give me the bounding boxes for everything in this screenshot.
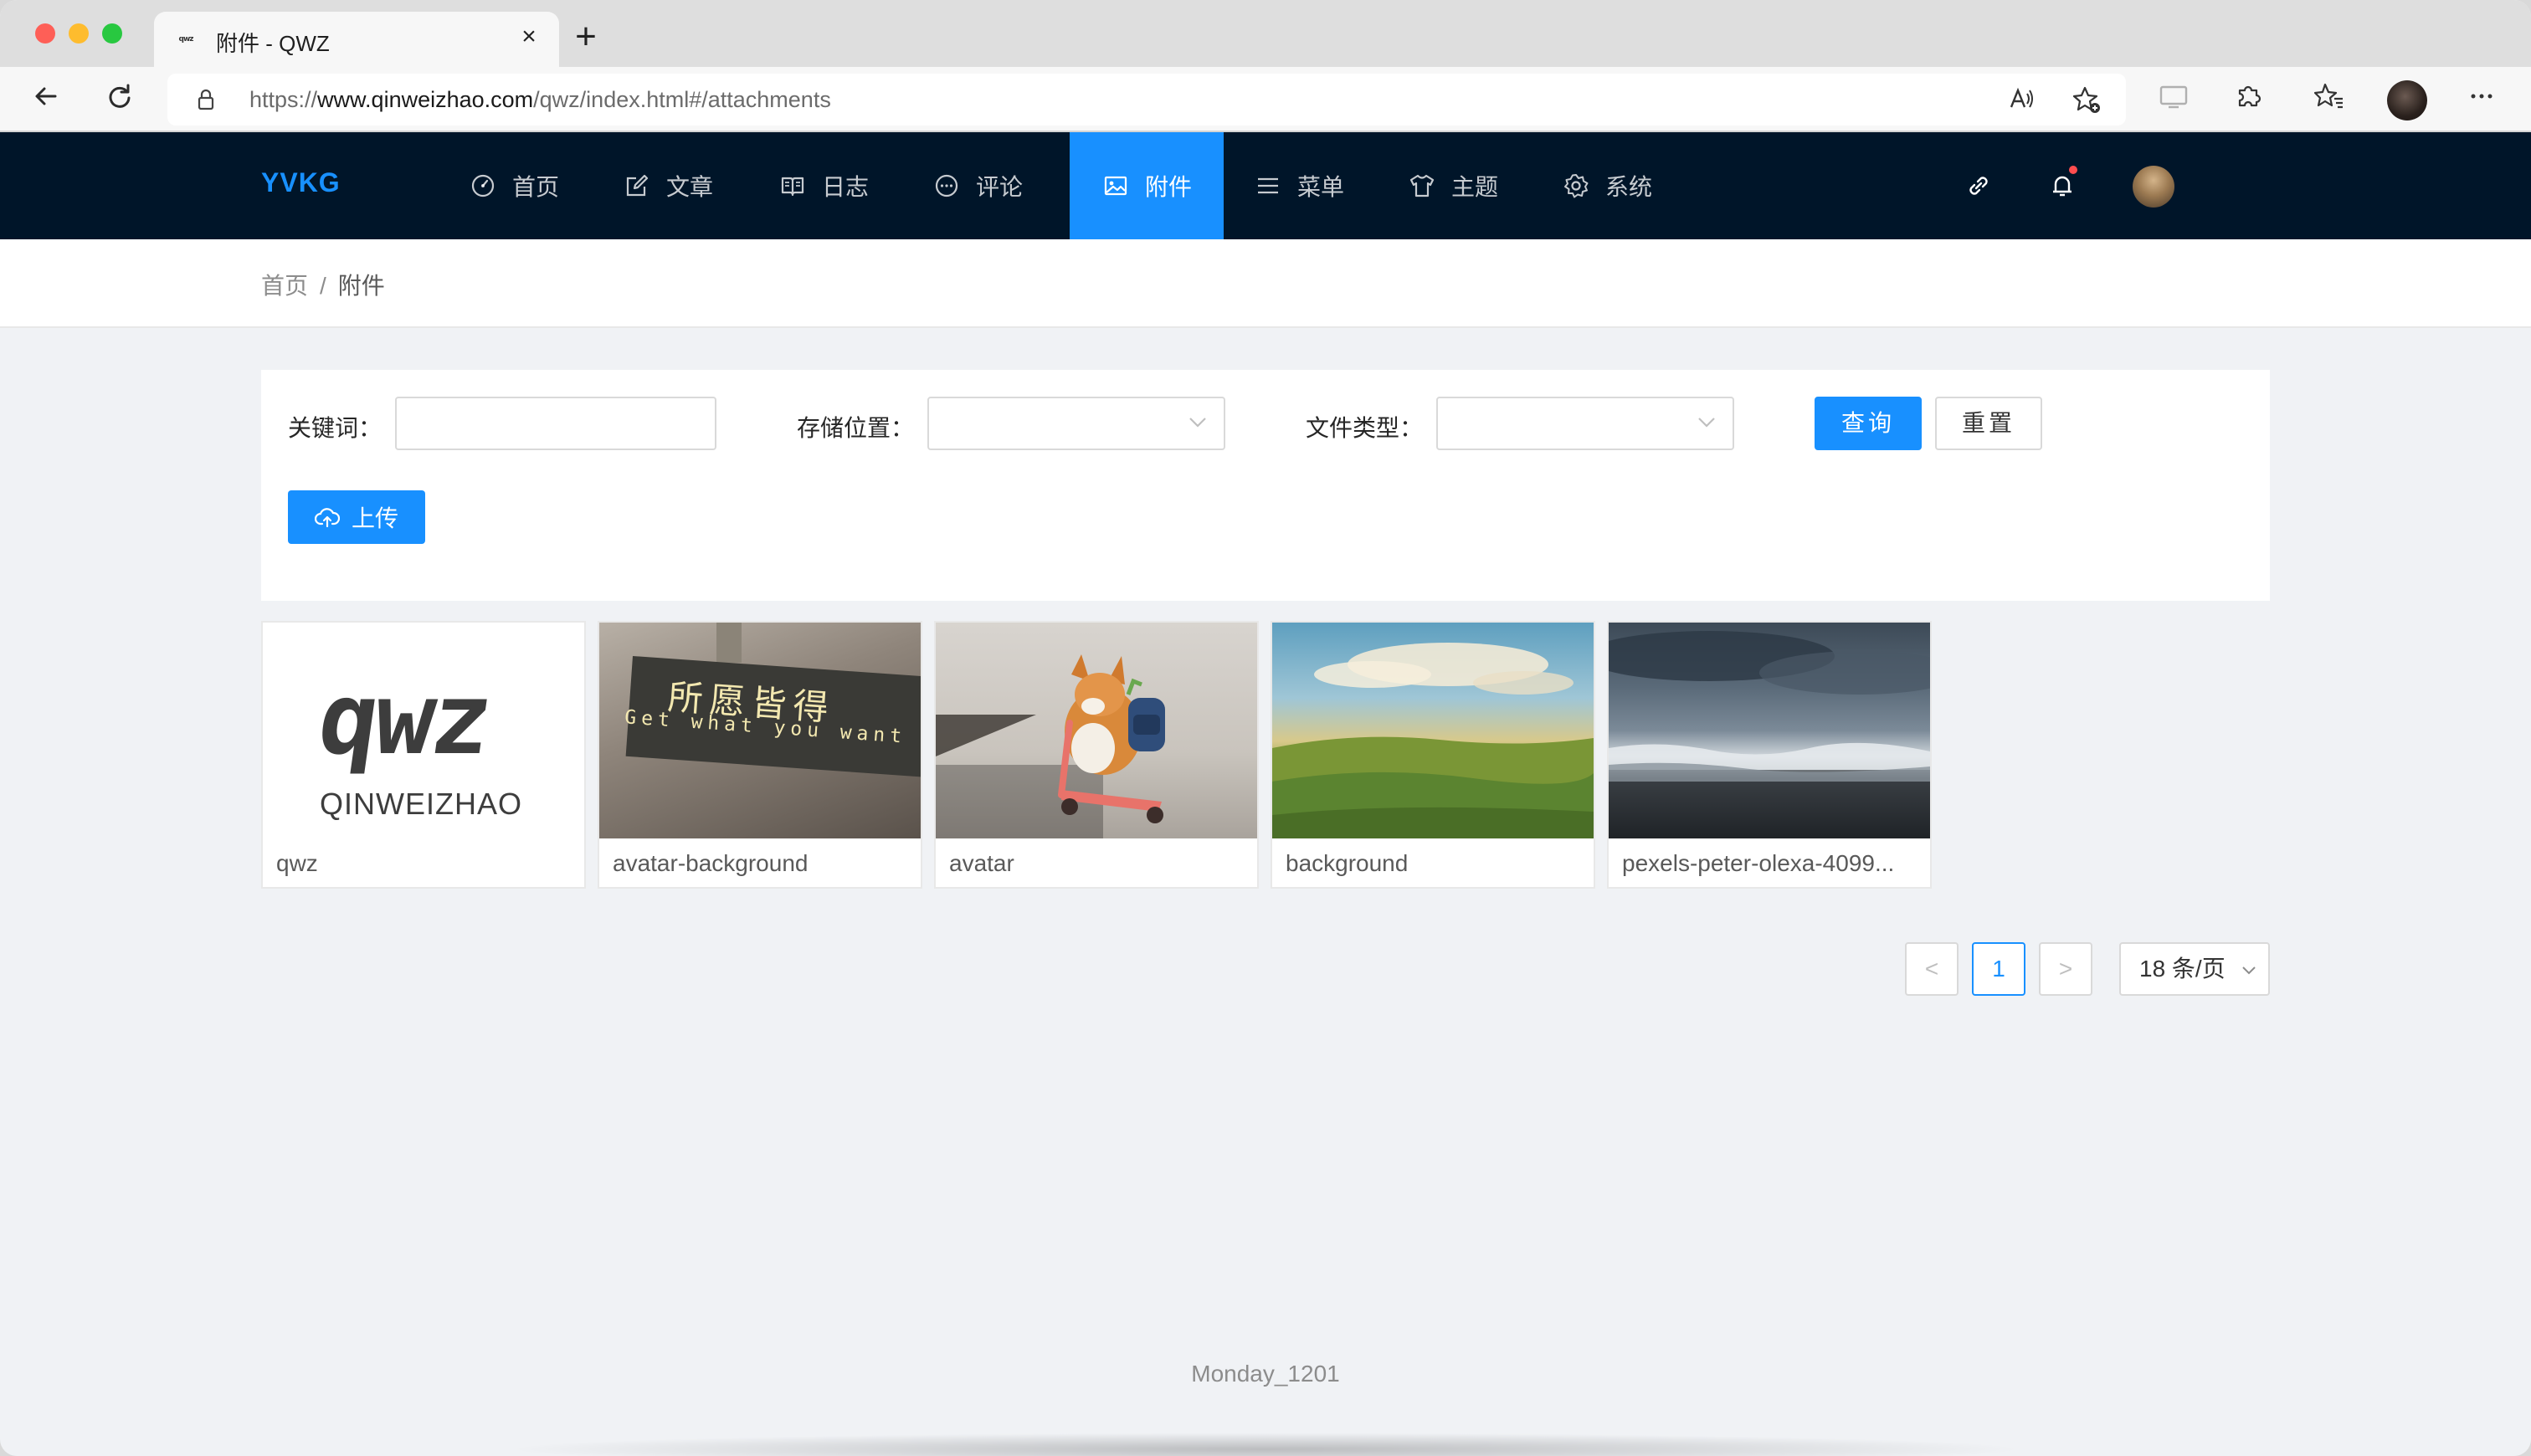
browser-toolbar: https://www.qinweizhao.com/qwz/index.htm… — [0, 67, 2531, 132]
nav-item-journals[interactable]: 日志 — [780, 132, 906, 239]
nav-item-label: 系统 — [1605, 174, 1653, 200]
browser-tab[interactable]: qwz 附件 - QWZ × — [154, 12, 559, 67]
breadcrumb-bar: 首页 / 附件 — [0, 239, 2531, 328]
attachment-name: pexels-peter-olexa-4099... — [1622, 850, 1895, 876]
page-size-value: 18 条/页 — [2139, 956, 2226, 982]
landscape-image — [1272, 643, 1594, 838]
address-bar[interactable]: https://www.qinweizhao.com/qwz/index.htm… — [167, 74, 2126, 126]
nav-item-label: 菜单 — [1297, 174, 1345, 200]
storage-label: 存储位置： — [797, 415, 915, 441]
upload-button-label: 上传 — [351, 505, 398, 531]
page-size-select[interactable]: 18 条/页 — [2119, 942, 2270, 996]
menu-icon — [1258, 177, 1278, 194]
keyword-label: 关键词： — [288, 415, 382, 441]
browser-window: qwz 附件 - QWZ × + https://www.qinweizhao.… — [0, 0, 2531, 1456]
footer-text: Monday_1201 — [1191, 1361, 1340, 1387]
attachment-card[interactable]: avatar — [934, 621, 1259, 889]
filter-card: 关键词： 存储位置： 文件类型： 查询 重置 上传 — [261, 370, 2270, 601]
extensions-icon[interactable] — [2231, 82, 2267, 117]
comment-icon — [935, 174, 958, 197]
attachment-thumbnail — [1609, 623, 1930, 838]
breadcrumb-separator: / — [320, 273, 326, 299]
link-icon[interactable] — [1962, 169, 1995, 203]
favicon-icon: qwz — [178, 35, 194, 44]
attachment-name: background — [1286, 850, 1409, 876]
filetype-label: 文件类型： — [1306, 415, 1424, 441]
nav-item-label: 首页 — [512, 174, 560, 200]
nav-item-comments[interactable]: 评论 — [934, 132, 1060, 239]
nav-item-label: 日志 — [822, 174, 870, 200]
nav-item-label: 评论 — [976, 174, 1024, 200]
pagination-page-1[interactable]: 1 — [1972, 942, 2025, 996]
nav-item-articles[interactable]: 文章 — [624, 132, 750, 239]
read-aloud-icon[interactable] — [2007, 85, 2036, 114]
attachment-card[interactable]: 所愿皆得 Get what you want avatar-background — [598, 621, 922, 889]
pagination-prev-button[interactable]: < — [1905, 942, 1959, 996]
chevron-down-icon — [1189, 418, 1206, 428]
search-button[interactable]: 查询 — [1815, 397, 1922, 450]
skin-icon — [1409, 174, 1435, 197]
url-text: https://www.qinweizhao.com/qwz/index.htm… — [249, 87, 831, 112]
edit-icon — [626, 174, 649, 197]
lock-icon — [198, 89, 214, 110]
browser-profile-avatar[interactable] — [2387, 80, 2427, 120]
nav-item-system[interactable]: 系统 — [1563, 132, 1689, 239]
new-tab-icon[interactable]: + — [567, 18, 604, 57]
keyword-input[interactable] — [395, 397, 716, 450]
attachment-thumbnail — [936, 623, 1257, 838]
qwz-logo-text: qwz — [311, 661, 496, 777]
seascape-image — [1609, 631, 1930, 782]
nav-item-attachments[interactable]: 附件 — [1070, 132, 1224, 239]
storage-select[interactable] — [927, 397, 1225, 450]
attachment-thumbnail: qwz QINWEIZHAO — [263, 623, 584, 838]
cloud-upload-icon — [314, 508, 340, 528]
breadcrumb-home[interactable]: 首页 — [261, 273, 308, 299]
tab-close-icon[interactable]: × — [514, 22, 544, 52]
nav-item-label: 文章 — [666, 174, 714, 200]
user-avatar[interactable] — [2133, 166, 2174, 208]
attachment-name: avatar-background — [613, 850, 809, 876]
back-icon[interactable] — [28, 82, 64, 117]
breadcrumb-current: 附件 — [337, 273, 385, 299]
attachment-card[interactable]: pexels-peter-olexa-4099... — [1607, 621, 1932, 889]
tab-title: 附件 - QWZ — [216, 31, 330, 56]
book-icon — [781, 177, 804, 197]
upload-button[interactable]: 上传 — [288, 490, 425, 544]
pagination-next-button[interactable]: > — [2039, 942, 2092, 996]
sign-mount — [716, 623, 742, 663]
nav-item-menus[interactable]: 菜单 — [1255, 132, 1381, 239]
attachment-thumbnail — [1272, 623, 1594, 838]
attachment-name: avatar — [949, 850, 1014, 876]
chevron-down-icon — [2242, 966, 2256, 975]
nav-item-home[interactable]: 首页 — [470, 132, 594, 239]
more-options-icon[interactable] — [2464, 82, 2499, 117]
notification-badge — [2067, 164, 2079, 176]
logo[interactable]: YVKG — [261, 167, 341, 198]
reload-icon[interactable] — [102, 82, 137, 117]
attachment-thumbnail: 所愿皆得 Get what you want — [599, 623, 921, 838]
attachment-card[interactable]: qwz QINWEIZHAO qwz — [261, 621, 586, 889]
window-close-button[interactable] — [35, 23, 55, 44]
qwz-logo-subtext: QINWEIZHAO — [320, 787, 522, 821]
attachment-card[interactable]: background — [1271, 621, 1595, 889]
tab-strip: qwz 附件 - QWZ × + — [0, 0, 2531, 67]
favorites-icon[interactable] — [2312, 82, 2347, 117]
corgi-figurine-image — [936, 654, 1165, 838]
dock-shadow — [502, 1433, 2029, 1456]
chevron-down-icon — [1698, 418, 1715, 428]
window-zoom-button[interactable] — [102, 23, 122, 44]
attachment-name: qwz — [276, 850, 318, 876]
nav-item-label: 附件 — [1145, 174, 1193, 200]
filetype-select[interactable] — [1436, 397, 1734, 450]
setting-icon — [1564, 174, 1589, 198]
dashboard-icon — [471, 174, 495, 197]
add-favorite-icon[interactable] — [2072, 85, 2101, 114]
breadcrumb: 首页 / 附件 — [261, 268, 385, 301]
nav-item-themes[interactable]: 主题 — [1409, 132, 1535, 239]
reset-button[interactable]: 重置 — [1935, 397, 2042, 450]
nav-item-label: 主题 — [1451, 174, 1499, 200]
window-minimize-button[interactable] — [69, 23, 89, 44]
screen-share-icon[interactable] — [2156, 82, 2191, 117]
picture-icon — [1104, 176, 1127, 196]
